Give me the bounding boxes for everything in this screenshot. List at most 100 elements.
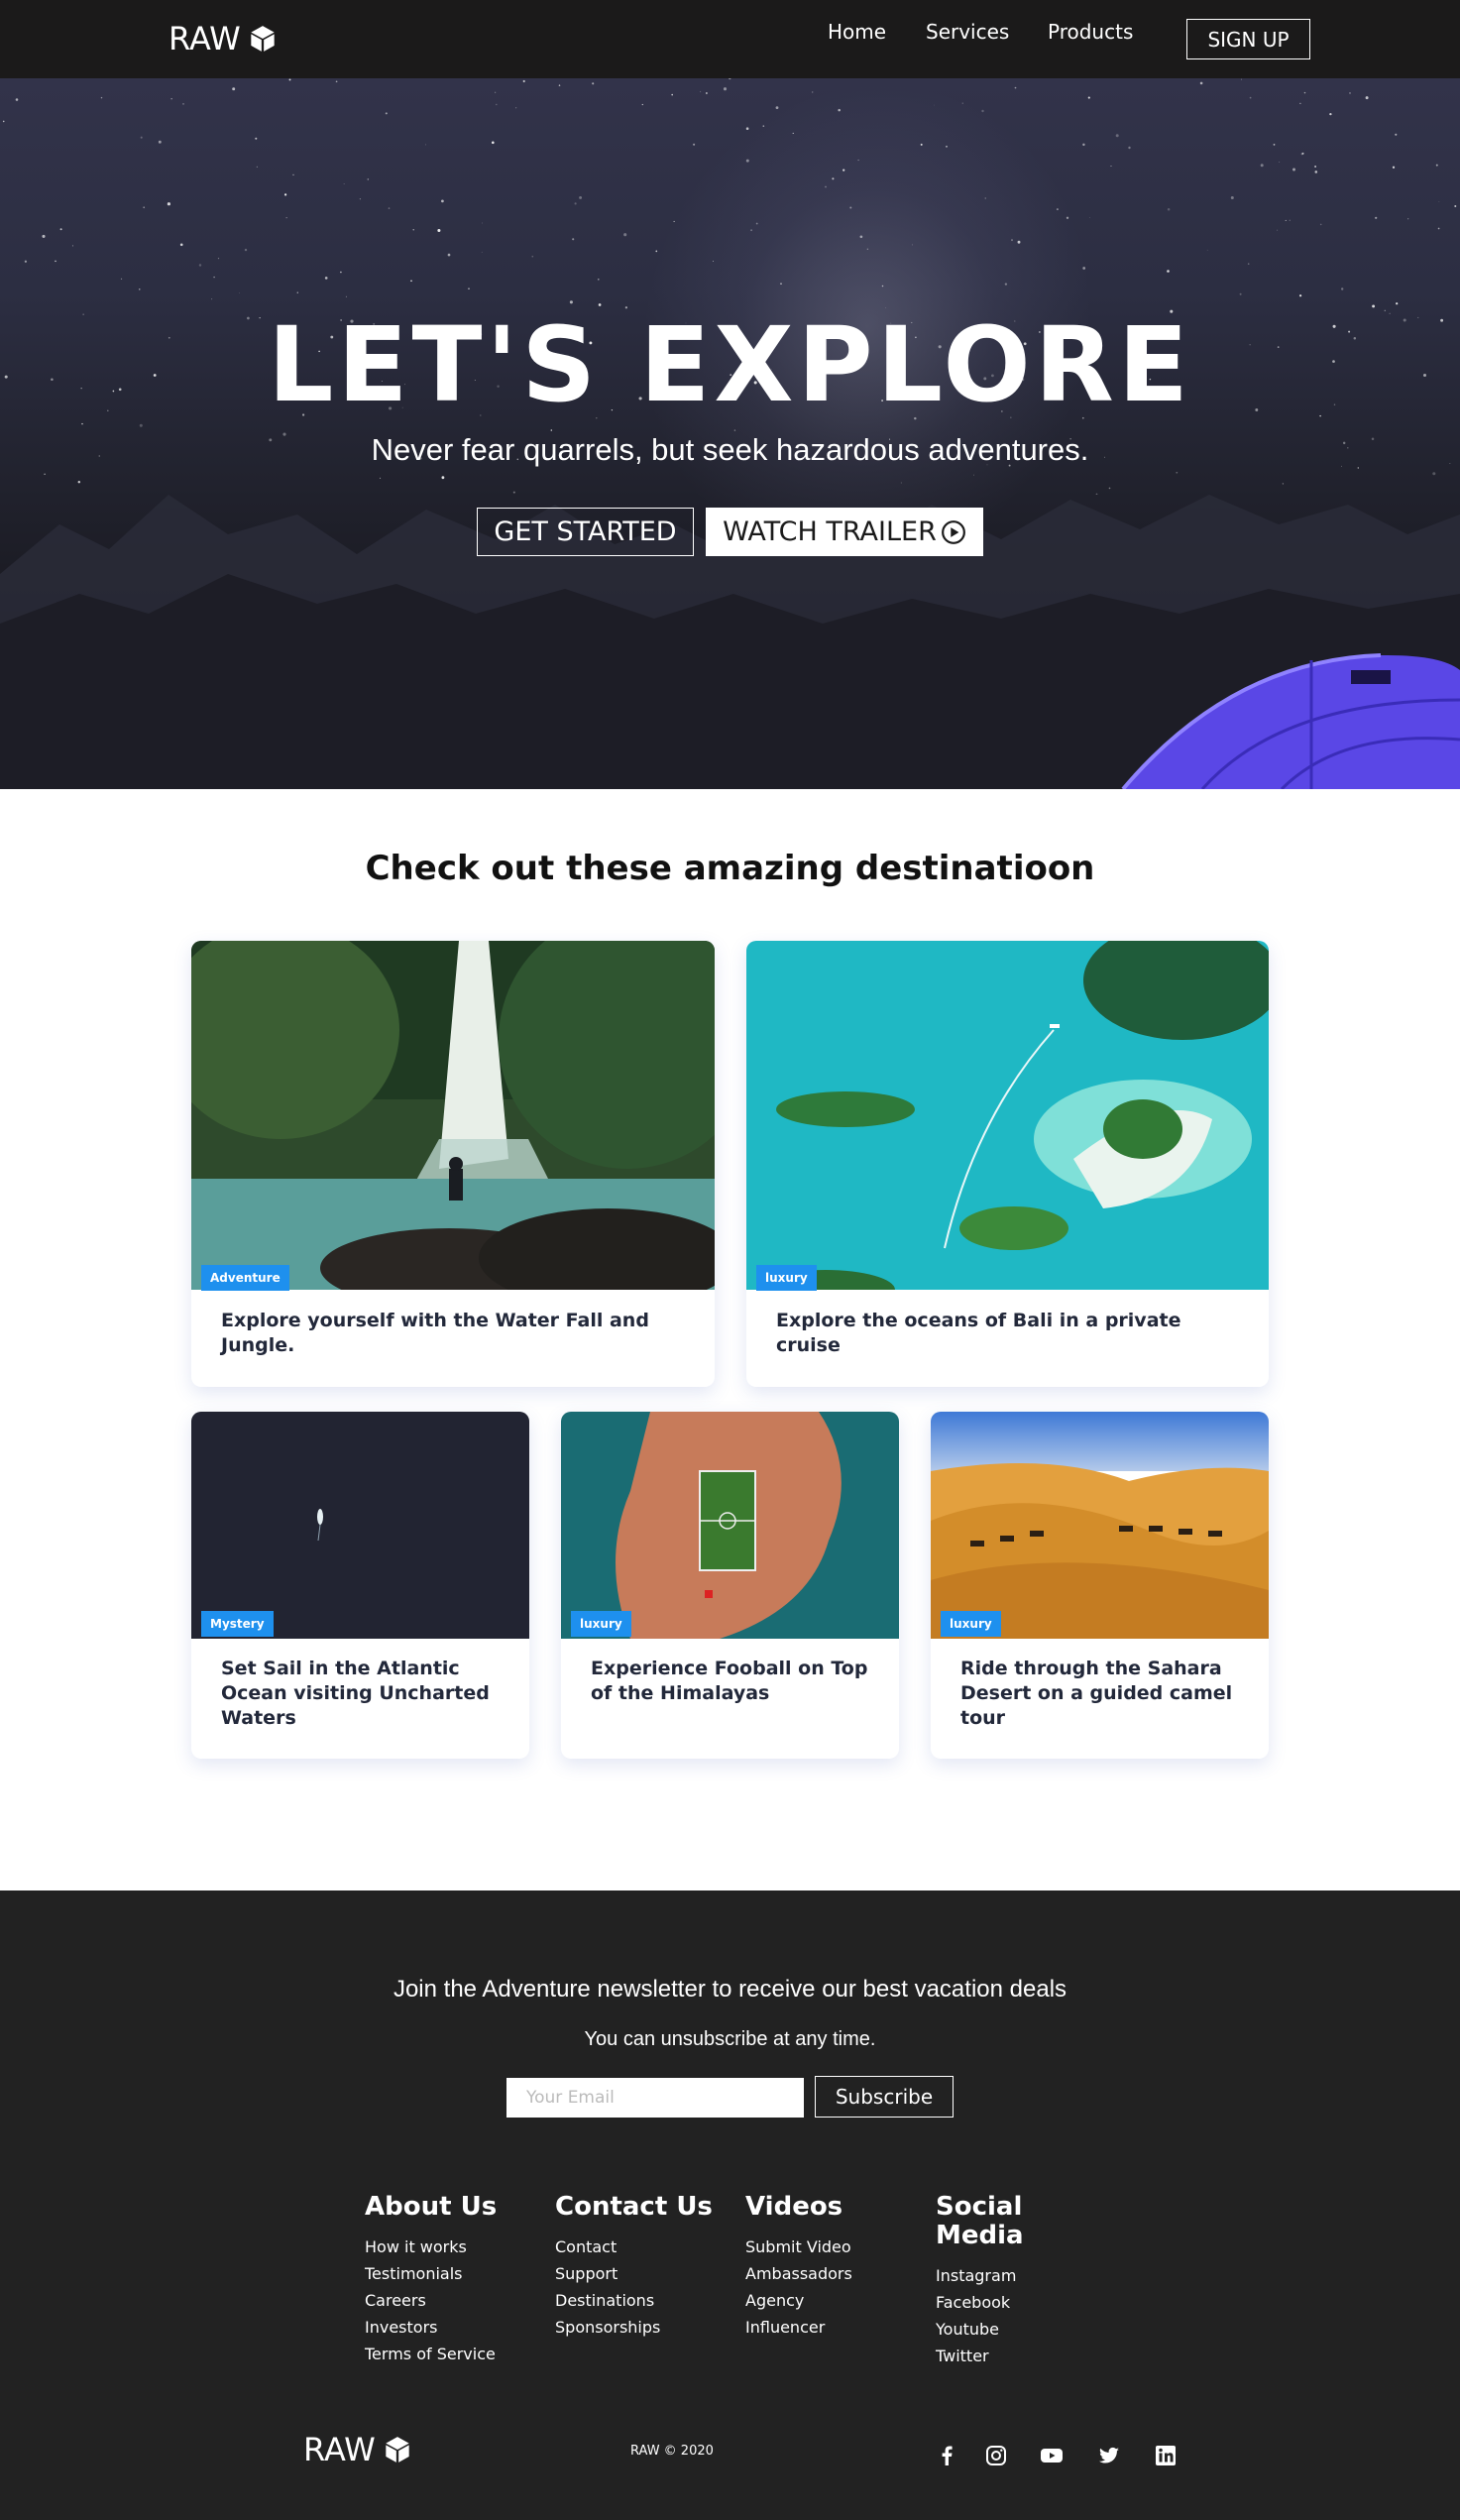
footer-link[interactable]: Submit Video (745, 2234, 914, 2260)
star (775, 106, 779, 109)
footer-link[interactable]: Sponsorships (555, 2314, 753, 2341)
star (598, 279, 600, 281)
footer-logo[interactable]: RAW (303, 2431, 411, 2468)
footer-column-about: About Us How it works Testimonials Caree… (365, 2193, 533, 2367)
logo-text: RAW (303, 2431, 376, 2468)
star (522, 79, 525, 83)
destination-card-waterfall[interactable]: Adventure Explore yourself with the Wate… (191, 941, 715, 1387)
star (1128, 146, 1131, 150)
footer-link[interactable]: Twitter (936, 2343, 1055, 2369)
star (1167, 270, 1170, 273)
star (981, 109, 984, 113)
footer-column-videos: Videos Submit Video Ambassadors Agency I… (745, 2193, 914, 2341)
footer-heading: Videos (745, 2192, 843, 2222)
star (550, 429, 553, 431)
star (811, 91, 814, 93)
facebook-icon[interactable] (934, 2443, 959, 2468)
twitter-icon[interactable] (1096, 2443, 1122, 2468)
star (140, 136, 143, 139)
footer-link[interactable]: Ambassadors (745, 2260, 914, 2287)
copyright-text: RAW © 2020 (630, 2444, 714, 2459)
star (1087, 96, 1090, 99)
instagram-icon[interactable] (983, 2443, 1009, 2468)
star (139, 288, 141, 290)
footer-link[interactable]: Instagram (936, 2262, 1055, 2289)
footer-link[interactable]: Facebook (936, 2289, 1055, 2316)
linkedin-icon[interactable] (1153, 2443, 1179, 2468)
star (946, 146, 948, 148)
email-input[interactable] (506, 2078, 804, 2118)
footer-link[interactable]: Careers (365, 2287, 533, 2314)
star (437, 228, 441, 233)
star (71, 245, 73, 247)
star (232, 87, 236, 91)
star (1199, 81, 1203, 85)
destination-card-atlantic[interactable]: Mystery Set Sail in the Atlantic Ocean v… (191, 1412, 529, 1759)
destination-card-sahara[interactable]: luxury Ride through the Sahara Desert on… (931, 1412, 1269, 1759)
star (832, 177, 835, 180)
subscribe-button[interactable]: Subscribe (815, 2076, 954, 2118)
star (256, 166, 259, 168)
star (1375, 216, 1378, 219)
footer-link[interactable]: Youtube (936, 2316, 1055, 2343)
card-tag: luxury (941, 1611, 1001, 1637)
star (859, 235, 863, 239)
destination-card-bali[interactable]: luxury Explore the oceans of Bali in a p… (746, 941, 1269, 1387)
star (838, 108, 841, 112)
star (182, 103, 184, 105)
nav-link-home[interactable]: Home (828, 20, 886, 44)
star (569, 300, 573, 304)
star (179, 243, 183, 247)
get-started-button[interactable]: GET STARTED (477, 508, 694, 556)
star (441, 199, 444, 203)
star (825, 185, 827, 188)
star (1056, 208, 1059, 211)
card-tag: Mystery (201, 1611, 274, 1637)
nav-logo[interactable]: RAW (168, 20, 277, 57)
youtube-icon[interactable] (1039, 2443, 1065, 2468)
footer-link[interactable]: Support (555, 2260, 753, 2287)
star (1230, 196, 1234, 199)
footer-link[interactable]: Testimonials (365, 2260, 533, 2287)
navbar: RAW Home Services Products SIGN UP (0, 0, 1460, 78)
footer-link[interactable]: Influencer (745, 2314, 914, 2341)
card-title: Set Sail in the Atlantic Ocean visiting … (221, 1658, 490, 1729)
footer-link[interactable]: Terms of Service (365, 2341, 533, 2367)
sahara-desert-image (931, 1412, 1269, 1639)
watch-trailer-button[interactable]: WATCH TRAILER (706, 508, 983, 556)
star (934, 104, 935, 106)
star (1241, 78, 1242, 80)
card-tag: luxury (756, 1265, 817, 1291)
footer-link[interactable]: How it works (365, 2234, 533, 2260)
cube-icon (386, 2437, 409, 2463)
star (1303, 91, 1306, 94)
star (198, 264, 202, 267)
star (723, 87, 728, 91)
footer-link[interactable]: Agency (745, 2287, 914, 2314)
star (1167, 207, 1171, 211)
nav-link-services[interactable]: Services (926, 20, 1009, 44)
star (866, 248, 869, 251)
star (1247, 263, 1250, 265)
signup-button[interactable]: SIGN UP (1186, 19, 1310, 59)
star (1082, 143, 1085, 147)
destination-card-football[interactable]: luxury Experience Fooball on Top of the … (561, 1412, 899, 1759)
star (55, 260, 56, 263)
footer-link[interactable]: Destinations (555, 2287, 753, 2314)
star (158, 140, 162, 144)
star (15, 98, 19, 101)
star (1239, 292, 1242, 295)
star (1314, 171, 1318, 173)
star (745, 159, 749, 163)
star (447, 253, 451, 257)
star (217, 258, 220, 260)
nav-link-products[interactable]: Products (1048, 20, 1133, 44)
footer-link[interactable]: Contact (555, 2234, 753, 2260)
star (700, 90, 702, 93)
star (1289, 219, 1291, 221)
star (283, 193, 287, 196)
star (1349, 92, 1351, 94)
star (296, 291, 298, 293)
football-field-image (561, 1412, 899, 1639)
footer-link[interactable]: Investors (365, 2314, 533, 2341)
